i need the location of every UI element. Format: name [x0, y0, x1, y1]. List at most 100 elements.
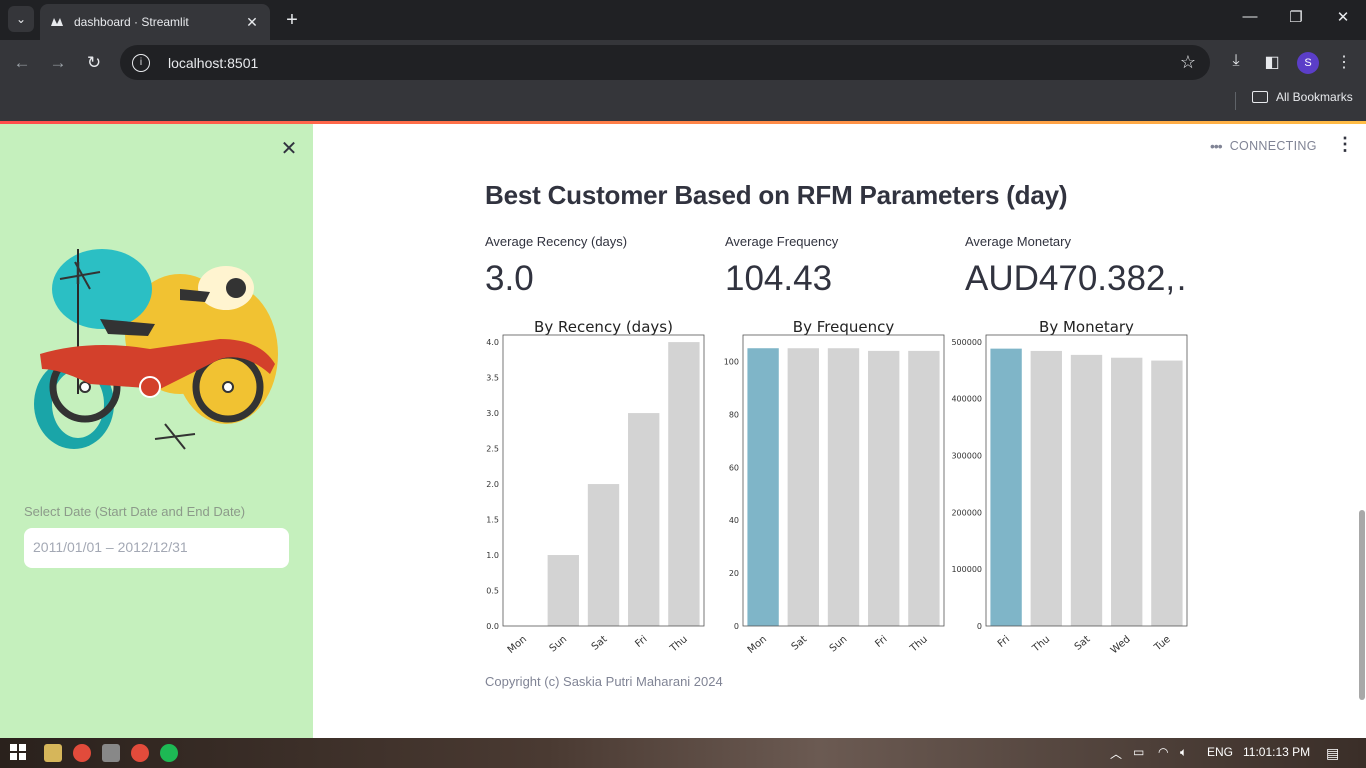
y-tick-label: 1.0: [486, 551, 499, 560]
y-tick-label: 20: [729, 569, 739, 578]
monetary-chart-svg: By Monetary 0 100000 200000 300000 400000 5000…: [951, 318, 1188, 656]
tab-title: dashboard · Streamlit: [74, 15, 189, 29]
new-tab-button[interactable]: +: [282, 8, 302, 32]
tab-search-button[interactable]: ⌄: [8, 6, 34, 32]
date-input-label: Select Date (Start Date and End Date): [24, 504, 246, 519]
frequency-chart-svg: By Frequency 0 20 40 60 80 100 Mon Sat Sun Fri Thu: [724, 318, 945, 656]
chart-title: By Monetary: [1039, 318, 1134, 336]
bookmark-star-icon[interactable]: ☆: [1180, 52, 1196, 73]
metric-recency: Average Recency (days) 3.0: [485, 234, 715, 299]
battery-icon[interactable]: ▭: [1133, 745, 1144, 759]
x-tick-label: Mon: [746, 634, 769, 656]
bookmarks-bar: [0, 86, 1366, 121]
y-tick-label: 1.5: [486, 516, 499, 525]
download-icon[interactable]: ⤓: [1225, 52, 1247, 70]
close-window-icon[interactable]: ✕: [1333, 8, 1353, 26]
y-tick-label: 0.5: [486, 587, 499, 596]
chart-recency: By Recency (days) 0.0 0.5 1.0 1.5 2.0 2.5 3.0 3.…: [476, 312, 716, 662]
x-tick-label: Sat: [790, 634, 810, 653]
metric-value: AUD470.382,…: [965, 259, 1191, 298]
wifi-icon[interactable]: ◠: [1158, 745, 1168, 759]
metric-label: Average Monetary: [965, 234, 1071, 249]
y-tick-label: 200000: [951, 508, 982, 517]
scrollbar-thumb[interactable]: [1359, 510, 1365, 700]
x-tick-label: Sun: [548, 634, 570, 655]
page-title: Best Customer Based on RFM Parameters (d…: [485, 180, 1068, 210]
y-tick-label: 0.0: [486, 622, 499, 631]
y-tick-label: 60: [729, 463, 739, 472]
profile-avatar[interactable]: S: [1297, 52, 1319, 74]
metric-value: 3.0: [485, 259, 534, 298]
bookmarks-divider: [1235, 92, 1236, 110]
x-tick-label: Sat: [590, 634, 610, 653]
browser-menu-icon[interactable]: ⋮: [1333, 52, 1355, 72]
streamlit-favicon-icon: [50, 15, 64, 29]
bar: [628, 413, 660, 626]
chrome-profile-icon[interactable]: [131, 744, 149, 762]
tray-chevron-icon[interactable]: ︿: [1110, 745, 1122, 762]
y-tick-label: 0: [734, 622, 739, 631]
restore-icon[interactable]: ❐: [1286, 8, 1306, 26]
address-bar[interactable]: i localhost:8501 ☆: [120, 45, 1210, 80]
y-tick-label: 100: [724, 357, 739, 366]
metric-value: 104.43: [725, 259, 833, 298]
x-tick-label: Thu: [668, 634, 690, 655]
y-tick-label: 500000: [951, 338, 982, 347]
spotify-icon[interactable]: [160, 744, 178, 762]
y-tick-label: 100000: [951, 565, 982, 574]
x-tick-label: Wed: [1109, 634, 1133, 656]
metric-monetary: Average Monetary AUD470.382,…: [965, 234, 1191, 299]
bar: [868, 350, 900, 626]
x-tick-label: Fri: [996, 634, 1012, 650]
close-tab-icon[interactable]: ✕: [244, 14, 260, 31]
x-tick-label: Sun: [828, 634, 850, 655]
file-explorer-icon[interactable]: [44, 744, 62, 762]
back-icon[interactable]: ←: [11, 52, 33, 74]
y-tick-label: 300000: [951, 451, 982, 460]
chart-frequency: By Frequency 0 20 40 60 80 100 Mon Sat Sun Fri Thu: [716, 312, 956, 662]
browser-tab-bar: ⌄ dashboard · Streamlit ✕ + — ❐ ✕: [0, 0, 1366, 40]
clock[interactable]: 11:01:13 PM: [1243, 745, 1310, 759]
close-sidebar-icon[interactable]: ✕: [278, 136, 300, 161]
bicycle-illustration: [34, 249, 278, 450]
volume-icon[interactable]: 🔈︎: [1180, 745, 1187, 760]
y-tick-label: 400000: [951, 395, 982, 404]
app-icon[interactable]: [102, 744, 120, 762]
chart-title: By Recency (days): [534, 318, 673, 336]
bar: [1151, 360, 1183, 626]
y-tick-label: 0: [977, 622, 982, 631]
bar: [668, 342, 700, 626]
chart-monetary: By Monetary 0 100000 200000 300000 400000 5000…: [946, 312, 1196, 662]
language-indicator[interactable]: ENG: [1207, 745, 1233, 759]
y-tick-label: 40: [729, 516, 739, 525]
site-info-icon[interactable]: i: [132, 53, 150, 72]
metric-label: Average Recency (days): [485, 234, 628, 249]
y-tick-label: 4.0: [486, 338, 499, 347]
notifications-icon[interactable]: ▤: [1326, 745, 1339, 762]
side-panel-icon[interactable]: ◧: [1261, 52, 1283, 72]
x-tick-label: Mon: [506, 634, 529, 656]
y-tick-label: 2.0: [486, 480, 499, 489]
connection-status: ••• CONNECTING: [1210, 138, 1317, 154]
status-text: CONNECTING: [1229, 139, 1317, 153]
minimize-icon[interactable]: —: [1240, 8, 1260, 25]
windows-start-icon[interactable]: [10, 744, 26, 760]
sidebar: ✕ Select Date (Start Date and End Date) …: [0, 124, 313, 738]
date-range-input[interactable]: 2011/01/01 – 2012/12/31: [24, 528, 289, 568]
copyright-text: Copyright (c) Saskia Putri Maharani 2024: [485, 674, 723, 689]
forward-icon[interactable]: →: [47, 52, 69, 74]
metric-frequency: Average Frequency 104.43: [725, 234, 955, 299]
bar: [1070, 354, 1103, 626]
reload-icon[interactable]: ↻: [83, 52, 105, 74]
chrome-icon[interactable]: [73, 744, 91, 762]
y-tick-label: 2.5: [486, 445, 499, 454]
main-menu-icon[interactable]: ⋮: [1336, 134, 1354, 155]
all-bookmarks-button[interactable]: All Bookmarks: [1252, 90, 1353, 104]
metric-label: Average Frequency: [725, 234, 839, 249]
folder-icon: [1252, 91, 1268, 103]
bar: [747, 348, 779, 626]
browser-tab[interactable]: dashboard · Streamlit ✕: [40, 4, 270, 40]
url-text: localhost:8501: [168, 54, 259, 71]
y-tick-label: 3.0: [486, 409, 499, 418]
bar: [990, 348, 1022, 626]
